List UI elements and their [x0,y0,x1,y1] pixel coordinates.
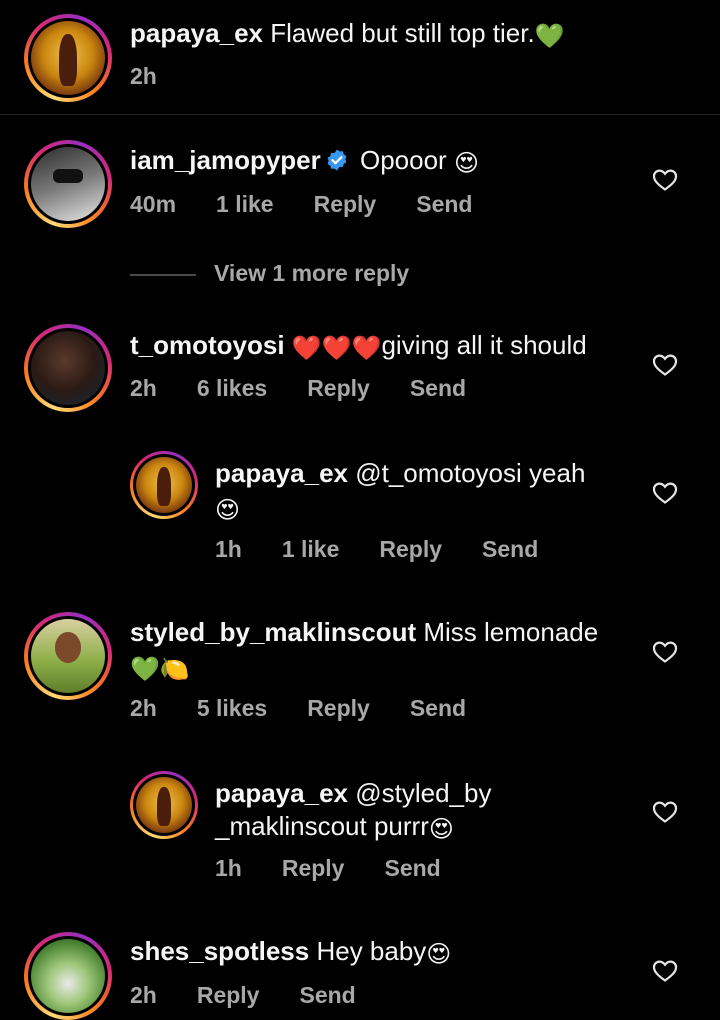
avatar[interactable] [24,324,112,412]
comment-meta: 2h 6 likes Reply Send [130,373,506,403]
comment-line: shes_spotless Hey baby😍 [130,934,451,968]
comment-time: 2h [130,982,157,1008]
send-button[interactable]: Send [410,693,466,723]
view-more-replies[interactable]: View 1 more reply [130,258,409,288]
divider [0,114,720,115]
send-button[interactable]: Send [299,980,355,1010]
comment-username[interactable]: t_omotoyosi [130,330,285,360]
comment-likes[interactable]: 5 likes [197,693,267,723]
comment-time: 1h [215,855,242,881]
comment-line: iam_jamopyper Opooor 😍 [130,143,479,177]
send-button[interactable]: Send [482,534,538,564]
comment-text: @t_omotoyosi yeah [355,458,586,488]
heart-outline-icon[interactable] [652,353,678,377]
comment-line: papaya_ex Flawed but still top tier.💚 [130,16,565,50]
heart-outline-icon[interactable] [652,481,678,505]
avatar[interactable] [130,451,198,519]
heart-outline-icon[interactable] [652,168,678,192]
send-button[interactable]: Send [416,189,472,219]
comment-line-2: _maklinscout purrr😍 [215,809,454,843]
avatar[interactable] [24,140,112,228]
avatar[interactable] [24,932,112,1020]
comment-line: papaya_ex @t_omotoyosi yeah [215,456,585,490]
comment-line-2: 💚🍋 [130,649,190,683]
avatar[interactable] [130,771,198,839]
comment-username[interactable]: shes_spotless [130,936,309,966]
reply-button[interactable]: Reply [379,534,442,564]
comment-meta: 40m 1 like Reply Send [130,189,512,219]
comment-text: giving all it should [381,330,587,360]
comment-text-continued: _maklinscout purrr [215,811,429,841]
reply-button[interactable]: Reply [282,853,345,883]
comment-line-2: 😍 [215,490,240,524]
comment-likes[interactable]: 1 like [282,534,340,564]
comment-meta: 2h Reply Send [130,980,396,1010]
comment-text: Opooor [359,145,447,175]
comment-text: Hey baby [316,936,427,966]
comment-username[interactable]: papaya_ex [130,18,263,48]
comment-line: styled_by_maklinscout Miss lemonade [130,615,598,649]
comment-time: 40m [130,191,177,217]
reply-button[interactable]: Reply [307,373,370,403]
comment-line: t_omotoyosi ❤️❤️❤️giving all it should [130,328,587,362]
send-button[interactable]: Send [384,853,440,883]
avatar[interactable] [24,612,112,700]
comment-text: Flawed but still top tier. [270,18,535,48]
comment-meta: 1h 1 like Reply Send [215,534,578,564]
heart-outline-icon[interactable] [652,959,678,983]
comment-emoji: 😍 [215,497,241,524]
reply-button[interactable]: Reply [197,980,260,1010]
heart-outline-icon[interactable] [652,800,678,824]
comment-likes[interactable]: 6 likes [197,373,267,403]
comment-emoji: ❤️❤️❤️ [291,335,382,362]
comment-time: 2h [130,63,157,89]
reply-button[interactable]: Reply [314,189,377,219]
comment-meta: 2h [130,61,197,91]
comment-time: 2h [130,375,157,401]
comment-text: @styled_by [355,778,492,808]
comment-line: papaya_ex @styled_by [215,776,491,810]
comment-username[interactable]: papaya_ex [215,778,348,808]
comment-text: Miss lemonade [423,617,599,647]
comment-emoji: 😍 [453,150,479,177]
send-button[interactable]: Send [410,373,466,403]
comment-username[interactable]: papaya_ex [215,458,348,488]
comment-meta: 1h Reply Send [215,853,481,883]
comment-emoji: 💚 [534,23,565,50]
view-more-label: View 1 more reply [214,260,410,286]
comment-meta: 2h 5 likes Reply Send [130,693,506,723]
comment-username[interactable]: styled_by_maklinscout [130,617,416,647]
comment-emoji: 😍 [426,941,452,968]
heart-outline-icon[interactable] [652,640,678,664]
comment-emoji: 💚🍋 [130,656,190,683]
view-more-line [130,273,196,276]
reply-button[interactable]: Reply [307,693,370,723]
comment-username[interactable]: iam_jamopyper [130,145,321,175]
verified-badge-icon [327,149,347,171]
avatar[interactable] [24,14,112,102]
comment-likes[interactable]: 1 like [216,189,274,219]
comment-time: 2h [130,695,157,721]
comment-emoji: 😍 [428,816,454,843]
comment-time: 1h [215,536,242,562]
